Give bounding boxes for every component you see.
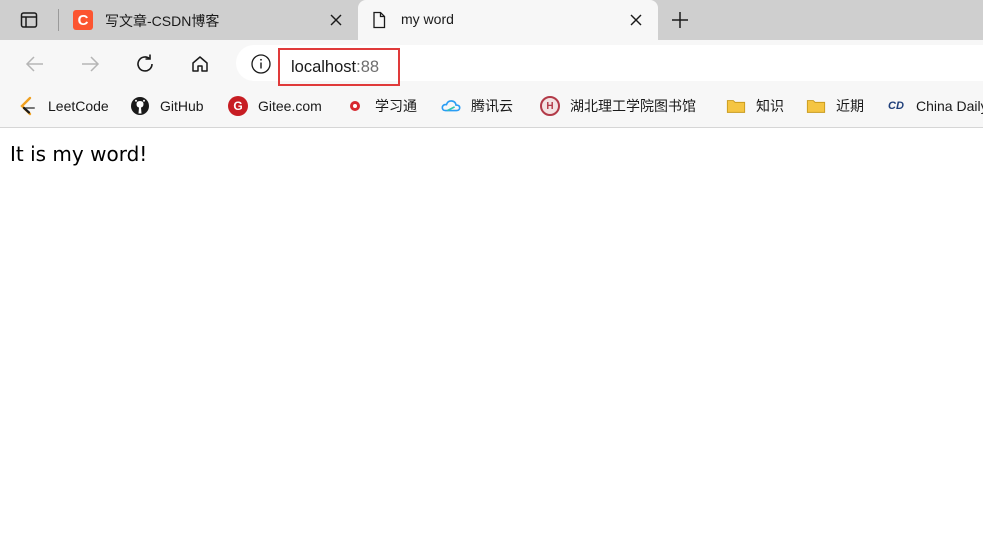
bookmark-label: GitHub [160, 98, 204, 114]
bookmark-gitee[interactable]: G Gitee.com [228, 95, 322, 117]
tab-separator [58, 9, 59, 31]
leetcode-icon [18, 96, 38, 116]
bookmark-label: 湖北理工学院图书馆 [570, 98, 696, 114]
bookmark-label: LeetCode [48, 98, 109, 114]
tab-csdn[interactable]: C 写文章-CSDN博客 [62, 0, 358, 40]
page-body-text: It is my word! [10, 142, 148, 166]
home-button[interactable] [184, 48, 216, 80]
bookmarks-bar: LeetCode GitHub G Gitee.com 学习通 腾讯云 H 湖北… [0, 86, 983, 128]
tab-actions-button[interactable] [14, 8, 44, 32]
back-arrow-icon [25, 56, 43, 72]
bookmark-label: 知识 [756, 98, 784, 114]
page-viewport: It is my word! [0, 129, 983, 541]
new-tab-button[interactable] [667, 8, 693, 32]
tab-title: 写文章-CSDN博客 [105, 13, 220, 29]
folder-icon [726, 96, 746, 116]
tab-close-button[interactable] [626, 10, 646, 30]
chinadaily-icon: CD [888, 100, 904, 112]
forward-button[interactable] [74, 48, 106, 80]
home-icon [192, 56, 208, 72]
library-icon: H [540, 96, 560, 116]
back-button[interactable] [19, 48, 51, 80]
url-host: localhost [291, 58, 357, 76]
plus-icon [672, 12, 688, 28]
forward-arrow-icon [82, 56, 100, 72]
bookmark-label: 学习通 [375, 98, 417, 114]
tencent-cloud-icon [441, 96, 461, 116]
tab-strip: C 写文章-CSDN博客 my word [0, 0, 983, 41]
tab-my-word[interactable]: my word [358, 0, 658, 41]
bookmark-folder-zhishi[interactable]: 知识 [726, 95, 784, 117]
bookmark-label: 近期 [836, 98, 864, 114]
folder-icon [806, 96, 826, 116]
bookmark-label: 腾讯云 [471, 98, 513, 114]
tab-title: my word [401, 11, 454, 27]
tab-actions-icon [20, 12, 38, 28]
bookmark-library[interactable]: H 湖北理工学院图书馆 [540, 95, 696, 117]
bookmark-china-daily[interactable]: CD China Daily [886, 95, 983, 117]
site-info-icon[interactable] [250, 53, 272, 75]
bookmark-folder-jinqi[interactable]: 近期 [806, 95, 864, 117]
bookmark-xuexitong[interactable]: 学习通 [345, 95, 417, 117]
tab-close-button[interactable] [326, 10, 346, 30]
bookmark-label: China Daily [916, 98, 983, 114]
close-icon [330, 14, 342, 26]
bookmark-label: Gitee.com [258, 98, 322, 114]
navigation-toolbar: localhost:88 [0, 40, 983, 86]
bookmark-tencent-cloud[interactable]: 腾讯云 [441, 95, 513, 117]
xuexitong-icon [345, 96, 365, 116]
bookmark-leetcode[interactable]: LeetCode [18, 95, 109, 117]
csdn-logo-icon: C [73, 10, 93, 30]
close-icon [630, 14, 642, 26]
refresh-button[interactable] [129, 48, 161, 80]
github-icon [130, 96, 150, 116]
refresh-icon [137, 54, 153, 72]
url-text[interactable]: localhost:88 [291, 58, 379, 77]
url-port: :88 [356, 58, 380, 76]
page-icon [369, 10, 389, 30]
gitee-icon: G [228, 96, 248, 116]
address-bar[interactable]: localhost:88 [236, 45, 983, 86]
bookmark-github[interactable]: GitHub [130, 95, 204, 117]
